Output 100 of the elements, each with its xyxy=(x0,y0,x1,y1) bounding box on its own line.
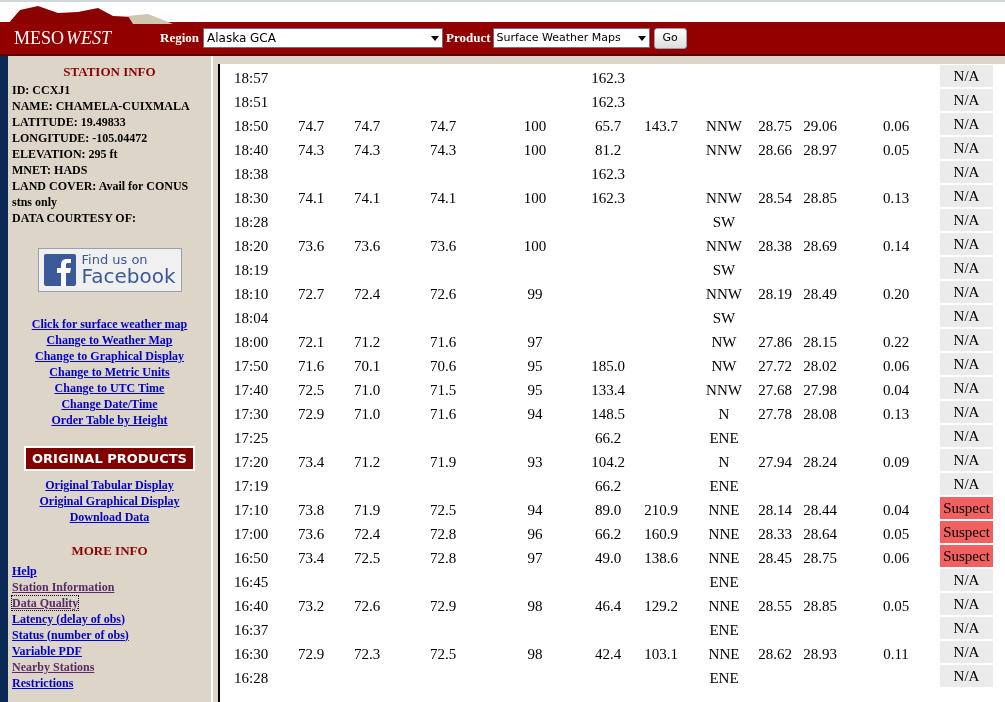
table-cell-text: NW xyxy=(711,333,737,352)
table-cell-text: NNE xyxy=(708,549,740,568)
sidebar-link[interactable]: Change to UTC Time xyxy=(54,380,165,395)
table-cell-text: N xyxy=(718,453,730,472)
table-cell-text: 138.6 xyxy=(644,549,678,568)
table-cell-text: 93 xyxy=(527,453,543,472)
table-cell-text: 94 xyxy=(527,405,543,424)
facebook-icon xyxy=(43,253,76,286)
sidebar-link[interactable]: Help xyxy=(12,563,37,578)
region-dropdown[interactable]: Alaska GCA xyxy=(203,28,443,48)
table-cell-text: 0.05 xyxy=(882,597,910,616)
table-cell-text: 0.04 xyxy=(882,381,910,400)
table-cell-text: 162.3 xyxy=(591,165,625,184)
table-cell-text: 74.1 xyxy=(429,189,457,208)
table-cell-text: 0.22 xyxy=(882,333,910,352)
table-cell-text: NNW xyxy=(706,141,742,160)
table-cell-text: NNW xyxy=(706,117,742,136)
status-cell: N/A xyxy=(940,209,993,231)
table-cell-text: 28.75 xyxy=(758,117,792,136)
sidebar-link[interactable]: Order Table by Height xyxy=(51,412,168,427)
table-cell-text: 0.06 xyxy=(882,117,910,136)
sidebar-link[interactable]: Variable PDF xyxy=(12,643,82,658)
table-cell-text: 17:25 xyxy=(234,429,269,448)
table-cell-text: 0.14 xyxy=(882,237,910,256)
status-cell: N/A xyxy=(940,281,993,303)
mesowest-logo: MESOWEST xyxy=(13,26,113,50)
table-cell-text: 18:20 xyxy=(234,237,269,256)
status-cell: N/A xyxy=(940,185,993,207)
table-cell-text: 162.3 xyxy=(591,93,625,112)
table-cell-text: 73.6 xyxy=(297,525,325,544)
sidebar-link[interactable]: Data Quality xyxy=(12,595,79,610)
sidebar-link[interactable]: Original Tabular Display xyxy=(45,478,174,492)
table-cell-text: 98 xyxy=(527,597,543,616)
table-cell-text: 66.2 xyxy=(594,429,622,448)
sidebar-link[interactable]: Status (number of obs) xyxy=(12,627,129,642)
sidebar-link[interactable]: Change to Graphical Display xyxy=(35,348,184,363)
sidebar-link[interactable]: Station Information xyxy=(12,579,115,594)
table-cell-text: 96 xyxy=(527,525,543,544)
product-dropdown[interactable]: Surface Weather Maps xyxy=(492,28,650,48)
table-cell-text: 0.06 xyxy=(882,357,910,376)
table-cell-text: 70.1 xyxy=(353,357,381,376)
table-cell-text: 28.15 xyxy=(803,333,837,352)
region-label: Region xyxy=(160,29,199,48)
table-cell-text: 72.9 xyxy=(429,597,457,616)
sidebar-link[interactable]: Restrictions xyxy=(12,675,74,690)
table-cell-text: 28.69 xyxy=(803,237,837,256)
sidebar-link[interactable]: Original Graphical Display xyxy=(39,494,180,508)
table-cell-text: ENE xyxy=(709,573,739,592)
caret-icon xyxy=(637,35,646,41)
table-cell-text: 66.2 xyxy=(594,525,622,544)
table-cell-text: 148.5 xyxy=(591,405,625,424)
table-cell-text: 73.2 xyxy=(297,597,325,616)
table-cell-text: 97 xyxy=(527,333,543,352)
table-cell-text: 28.24 xyxy=(803,453,837,472)
table-cell-text: NNE xyxy=(708,597,740,616)
table-cell-text: 28.75 xyxy=(803,549,837,568)
sidebar-link[interactable]: Change to Metric Units xyxy=(49,364,170,379)
status-cell: N/A xyxy=(940,329,993,351)
table-cell-text: 18:10 xyxy=(234,285,269,304)
table-cell-text: 18:40 xyxy=(234,141,269,160)
table-cell-text: NNW xyxy=(706,381,742,400)
table-cell-text: 28.54 xyxy=(758,189,792,208)
table-cell-text: 72.4 xyxy=(353,285,381,304)
badge-text: Facebook xyxy=(81,266,176,286)
status-cell: N/A xyxy=(940,377,993,399)
sidebar-link[interactable]: Download Data xyxy=(69,510,150,524)
facebook-badge[interactable]: Find us on Facebook xyxy=(37,247,182,292)
status-cell: N/A xyxy=(940,665,993,687)
sidebar-link[interactable]: Click for surface weather map xyxy=(31,316,188,331)
table-cell-text: 28.45 xyxy=(758,549,792,568)
section-banner: ORIGINAL PRODUCTS xyxy=(24,445,195,471)
table-cell-text: 72.5 xyxy=(429,501,457,520)
table-cell-text: 71.0 xyxy=(353,381,381,400)
sidebar-link[interactable]: Change Date/Time xyxy=(61,396,158,411)
status-cell: N/A xyxy=(940,257,993,279)
table-cell-text: 0.11 xyxy=(883,645,909,664)
sidebar-link[interactable]: Change to Weather Map xyxy=(46,332,173,347)
table-cell-text: 0.13 xyxy=(882,189,910,208)
table-cell-text: 72.5 xyxy=(297,381,325,400)
table-cell-text: 72.8 xyxy=(429,549,457,568)
sidebar-link[interactable]: Latency (delay of obs) xyxy=(12,611,125,626)
table-cell-text: 72.1 xyxy=(297,333,325,352)
table-cell-text: 71.9 xyxy=(429,453,457,472)
sidebar-link[interactable]: Nearby Stations xyxy=(12,659,95,674)
table-cell-text: NNE xyxy=(708,525,740,544)
table-cell-text: 42.4 xyxy=(594,645,622,664)
table-cell-text: 71.2 xyxy=(353,453,381,472)
table-cell-text: 71.6 xyxy=(429,333,457,352)
table-cell-text: 16:50 xyxy=(234,549,269,568)
table-cell-text: 160.9 xyxy=(644,525,678,544)
table-cell-text: 17:50 xyxy=(234,357,269,376)
table-cell-text: N xyxy=(718,405,730,424)
table-cell-text: 28.62 xyxy=(758,645,792,664)
table-cell-text: 0.13 xyxy=(882,405,910,424)
station-info-text: NAME: CHAMELA-CUIXMALA xyxy=(12,97,191,114)
status-cell: N/A xyxy=(940,113,993,135)
table-cell-text: 17:10 xyxy=(234,501,269,520)
table-cell-text: 74.7 xyxy=(429,117,457,136)
go-button[interactable]: Go xyxy=(653,27,687,49)
table-cell-text: 74.7 xyxy=(297,117,325,136)
